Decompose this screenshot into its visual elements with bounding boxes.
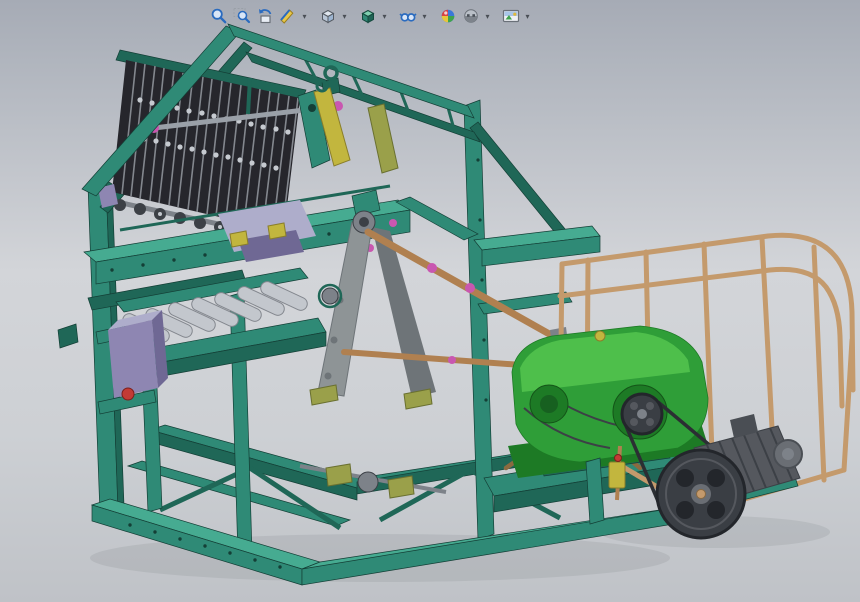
view-orientation-button[interactable] [317, 5, 339, 27]
view-settings-dropdown[interactable]: ▾ [523, 5, 532, 27]
section-view-button[interactable] [277, 5, 299, 27]
pillow-block [326, 464, 352, 486]
view-cube-icon [319, 7, 337, 25]
heads-up-toolbar: ▾ ▾ ▾ [208, 4, 532, 28]
pillow-block [388, 476, 414, 498]
damper-body [609, 462, 625, 488]
zoom-to-area-button[interactable] [231, 5, 253, 27]
scene-sphere-icon [462, 7, 480, 25]
section-view-icon [279, 7, 297, 25]
previous-view-icon [256, 7, 274, 25]
view-orientation-dropdown[interactable]: ▾ [340, 5, 349, 27]
zoom-to-area-icon [233, 7, 251, 25]
mid-pivot [322, 288, 338, 304]
previous-view-button[interactable] [254, 5, 276, 27]
crank-disc [358, 472, 378, 492]
view-settings-icon [502, 7, 520, 25]
fill-cap [595, 331, 605, 341]
conveyor-drive-box [108, 320, 158, 398]
olive-arm [368, 104, 398, 173]
apply-scene-button[interactable] [460, 5, 482, 27]
zoom-to-fit-icon [210, 7, 228, 25]
display-style-button[interactable] [357, 5, 379, 27]
machine-model [0, 0, 860, 602]
red-handwheel [122, 388, 134, 400]
edit-appearance-button[interactable] [437, 5, 459, 27]
appearance-ball-icon [439, 7, 457, 25]
view-settings-button[interactable] [500, 5, 522, 27]
conveyor [108, 268, 326, 400]
a-frame-left-leg [318, 222, 372, 396]
left-tab-bracket [58, 324, 78, 348]
zoom-to-fit-button[interactable] [208, 5, 230, 27]
apply-scene-dropdown[interactable]: ▾ [483, 5, 492, 27]
hide-show-items-button[interactable] [397, 5, 419, 27]
hide-show-items-dropdown[interactable]: ▾ [420, 5, 429, 27]
display-style-icon [359, 7, 377, 25]
display-style-dropdown[interactable]: ▾ [380, 5, 389, 27]
cad-viewport[interactable]: ▾ ▾ ▾ [0, 0, 860, 602]
section-view-dropdown[interactable]: ▾ [300, 5, 309, 27]
eye-glasses-icon [399, 7, 417, 25]
